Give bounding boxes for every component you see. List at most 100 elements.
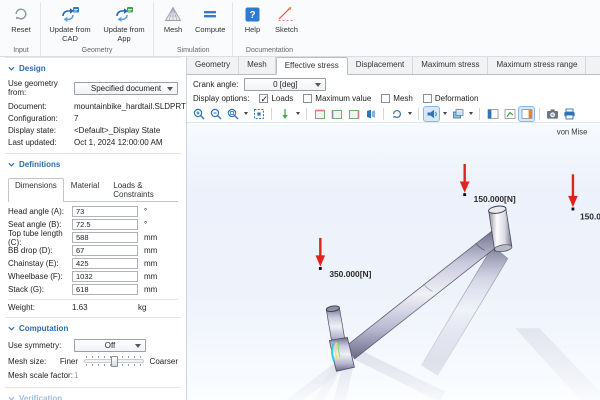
- head-angle-input[interactable]: [72, 206, 138, 217]
- orientation-axis-icon[interactable]: [277, 107, 292, 121]
- mesh-size-label: Mesh size:: [8, 357, 60, 366]
- results-tab-strip: Geometry Mesh Effective stress Displacem…: [187, 57, 600, 75]
- tab-geometry[interactable]: Geometry: [187, 57, 239, 74]
- tab-maximum-stress-range[interactable]: Maximum stress range: [488, 57, 586, 74]
- display-state-label: Display state:: [8, 126, 74, 135]
- mesh-button[interactable]: Mesh: [156, 2, 190, 35]
- ribbon: Reset Input Update from CAD Update from …: [0, 0, 600, 57]
- bb-drop-unit: mm: [144, 246, 157, 255]
- compute-icon: [202, 5, 218, 23]
- slider-thumb[interactable]: [111, 356, 118, 367]
- snapshot-camera-icon[interactable]: [545, 107, 560, 121]
- definitions-section-header[interactable]: Definitions: [0, 154, 186, 174]
- mesh-checkbox[interactable]: Mesh: [381, 94, 413, 103]
- default-view-icon[interactable]: [363, 107, 378, 121]
- design-section-header[interactable]: Design: [0, 58, 186, 78]
- zoom-selected-icon[interactable]: [225, 107, 240, 121]
- tab-mesh[interactable]: Mesh: [239, 57, 276, 74]
- mesh-size-slider[interactable]: [84, 355, 144, 367]
- sketch-button[interactable]: Sketch: [269, 2, 303, 35]
- help-button[interactable]: ? Help: [235, 2, 269, 35]
- stack-input[interactable]: [72, 284, 138, 295]
- slider-groove[interactable]: [84, 359, 144, 363]
- scene-light-icon[interactable]: [424, 107, 439, 121]
- use-geometry-from-label: Use geometry from:: [8, 79, 74, 97]
- display-options-label: Display options:: [193, 94, 249, 103]
- wheelbase-input[interactable]: [72, 271, 138, 282]
- verification-section-header[interactable]: Verification: [0, 388, 186, 400]
- top-tube-length-unit: mm: [144, 233, 157, 242]
- scene-light-caret-icon[interactable]: [441, 107, 448, 121]
- group-label-geometry: Geometry: [43, 46, 151, 56]
- tab-loads-constraints[interactable]: Loads & Constraints: [106, 178, 178, 201]
- compute-button[interactable]: Compute: [190, 2, 230, 35]
- bb-drop-input[interactable]: [72, 245, 138, 256]
- deformation-checkbox-label: Deformation: [435, 94, 479, 103]
- rotate-view-icon[interactable]: [389, 107, 404, 121]
- tab-maximum-stress[interactable]: Maximum stress: [413, 57, 488, 74]
- toggle-right-panel-icon[interactable]: [519, 107, 534, 121]
- view-xz-icon[interactable]: [346, 107, 361, 121]
- group-label-input: Input: [4, 46, 38, 56]
- verification-section-title: Verification: [19, 394, 62, 400]
- view-yz-icon[interactable]: [329, 107, 344, 121]
- reset-button[interactable]: Reset: [4, 2, 38, 35]
- bb-drop-label: BB drop (D):: [8, 246, 72, 255]
- help-icon: ?: [245, 5, 260, 23]
- crank-angle-dropdown[interactable]: 0 [deg]: [244, 78, 326, 91]
- zoom-in-icon[interactable]: [191, 107, 206, 121]
- transparency-caret-icon[interactable]: [467, 107, 474, 121]
- seat-angle-input[interactable]: [72, 219, 138, 230]
- print-icon[interactable]: [562, 107, 577, 121]
- toggle-plot-panel-icon[interactable]: [502, 107, 517, 121]
- definitions-tab-strip: Dimensions Material Loads & Constraints: [8, 178, 178, 202]
- checkbox-icon: [259, 94, 268, 103]
- weight-label: Weight:: [8, 303, 72, 312]
- zoom-out-icon[interactable]: [208, 107, 223, 121]
- reset-label: Reset: [11, 25, 31, 34]
- checkbox-icon: [381, 94, 390, 103]
- sketch-icon: [277, 5, 295, 23]
- top-tube-length-input[interactable]: [72, 232, 138, 243]
- top-tube-length-label: Top tube length (C):: [8, 229, 72, 247]
- tab-dimensions[interactable]: Dimensions: [8, 178, 64, 202]
- view-xy-icon[interactable]: [312, 107, 327, 121]
- graphics-viewport[interactable]: 150.000[N] 150.0 350.000[N] von Mise: [187, 123, 600, 400]
- update-from-app-button[interactable]: Update from App: [97, 2, 151, 45]
- orientation-menu-caret-icon[interactable]: [294, 107, 301, 121]
- chainstay-input[interactable]: [72, 258, 138, 269]
- head-angle-unit: °: [144, 207, 147, 216]
- crank-angle-label: Crank angle:: [193, 80, 238, 89]
- document-value: mountainbike_hardtail.SLDPRT: [74, 102, 186, 111]
- mesh-size-max-label: Coarser: [150, 357, 178, 366]
- update-cad-icon: [60, 5, 80, 23]
- computation-section-header[interactable]: Computation: [0, 318, 186, 338]
- deformation-checkbox[interactable]: Deformation: [423, 94, 479, 103]
- chevron-down-icon: [8, 396, 15, 400]
- wheelbase-unit: mm: [144, 272, 157, 281]
- tab-material[interactable]: Material: [64, 178, 106, 201]
- toggle-left-panel-icon[interactable]: [485, 107, 500, 121]
- use-geometry-from-dropdown[interactable]: Specified document: [74, 82, 178, 95]
- load-label-3: 350.000[N]: [329, 269, 371, 279]
- head-angle-label: Head angle (A):: [8, 207, 72, 216]
- settings-sidebar: Design Use geometry from: Specified docu…: [0, 57, 187, 400]
- rotate-menu-caret-icon[interactable]: [406, 107, 413, 121]
- zoom-menu-caret-icon[interactable]: [242, 107, 249, 121]
- weight-unit: kg: [138, 303, 146, 312]
- chevron-down-icon: [8, 66, 15, 71]
- tab-displacement[interactable]: Displacement: [348, 57, 413, 74]
- update-from-cad-label: Update from CAD: [48, 25, 92, 44]
- weight-value: 1.63: [72, 303, 138, 312]
- tab-effective-stress[interactable]: Effective stress: [276, 57, 348, 75]
- use-symmetry-dropdown[interactable]: Off: [74, 339, 146, 352]
- chevron-down-icon: [8, 162, 15, 167]
- checkbox-icon: [303, 94, 312, 103]
- load-label-2: 150.0: [580, 211, 600, 221]
- maximum-value-checkbox[interactable]: Maximum value: [303, 94, 371, 103]
- update-from-cad-button[interactable]: Update from CAD: [43, 2, 97, 45]
- loads-checkbox[interactable]: Loads: [259, 94, 293, 103]
- design-section-title: Design: [19, 64, 46, 73]
- zoom-extents-icon[interactable]: [251, 107, 266, 121]
- transparency-icon[interactable]: [450, 107, 465, 121]
